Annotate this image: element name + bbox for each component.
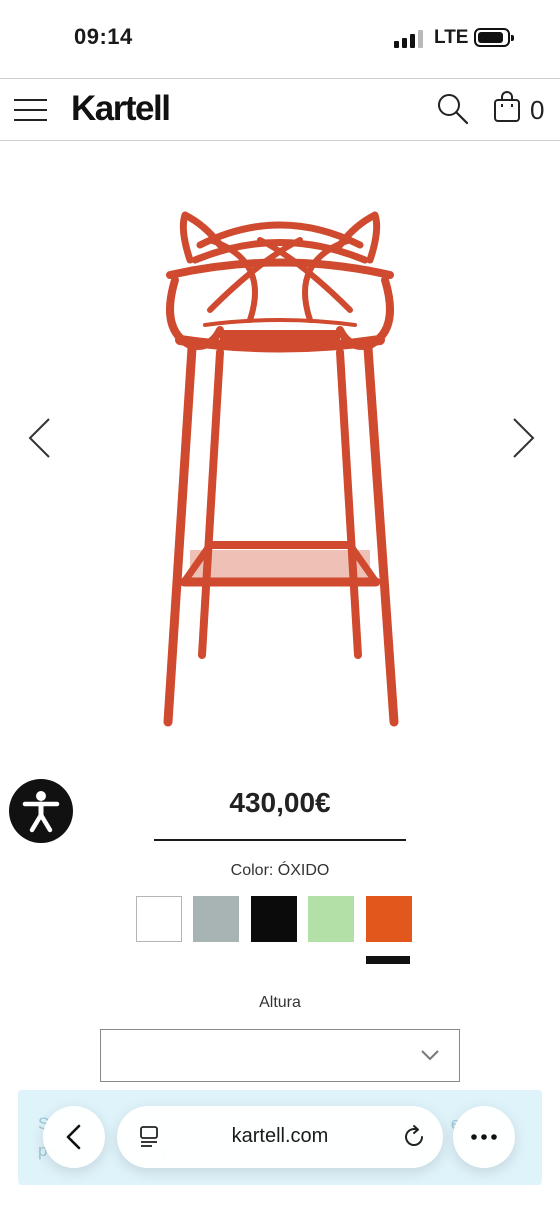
browser-back-button[interactable] <box>43 1106 105 1168</box>
chevron-left-icon <box>66 1124 81 1150</box>
page: 09:14 LTE Kartell 0 430,00€ Color: ÓXIDO… <box>0 0 560 1213</box>
price-divider <box>154 839 406 841</box>
url-text[interactable]: kartell.com <box>117 1125 443 1148</box>
battery-icon <box>474 28 514 47</box>
kartell-logo[interactable]: Kartell <box>71 89 171 129</box>
cellular-signal-icon <box>394 30 424 48</box>
chevron-down-icon <box>421 1050 439 1061</box>
shopping-bag-icon[interactable] <box>492 90 522 124</box>
status-time: 09:14 <box>74 24 133 49</box>
color-label: Color: ÓXIDO <box>230 862 330 879</box>
product-image <box>163 211 399 727</box>
accessibility-person-icon <box>22 791 60 833</box>
accessibility-button[interactable] <box>9 779 73 843</box>
chevron-right-icon[interactable] <box>508 416 538 460</box>
address-bar[interactable]: kartell.com <box>117 1106 443 1168</box>
swatch-white[interactable] <box>136 896 182 942</box>
more-dots-icon <box>471 1134 497 1140</box>
hamburger-menu-icon[interactable] <box>14 97 47 123</box>
selected-swatch-indicator <box>366 956 410 964</box>
swatch-green[interactable] <box>308 896 354 942</box>
reload-icon[interactable] <box>401 1124 427 1150</box>
search-icon[interactable] <box>436 92 470 126</box>
swatch-black[interactable] <box>251 896 297 942</box>
more-options-button[interactable] <box>453 1106 515 1168</box>
network-type: LTE <box>434 27 469 48</box>
color-swatches <box>136 896 436 944</box>
height-label: Altura <box>259 994 301 1011</box>
swatch-orange[interactable] <box>366 896 412 942</box>
site-header: Kartell 0 <box>0 78 560 141</box>
chevron-left-icon[interactable] <box>25 416 55 460</box>
swatch-grey[interactable] <box>193 896 239 942</box>
status-bar: 09:14 LTE <box>0 0 560 78</box>
product-price: 430,00€ <box>229 787 331 818</box>
cart-count[interactable]: 0 <box>530 95 544 126</box>
height-select[interactable] <box>100 1029 460 1082</box>
